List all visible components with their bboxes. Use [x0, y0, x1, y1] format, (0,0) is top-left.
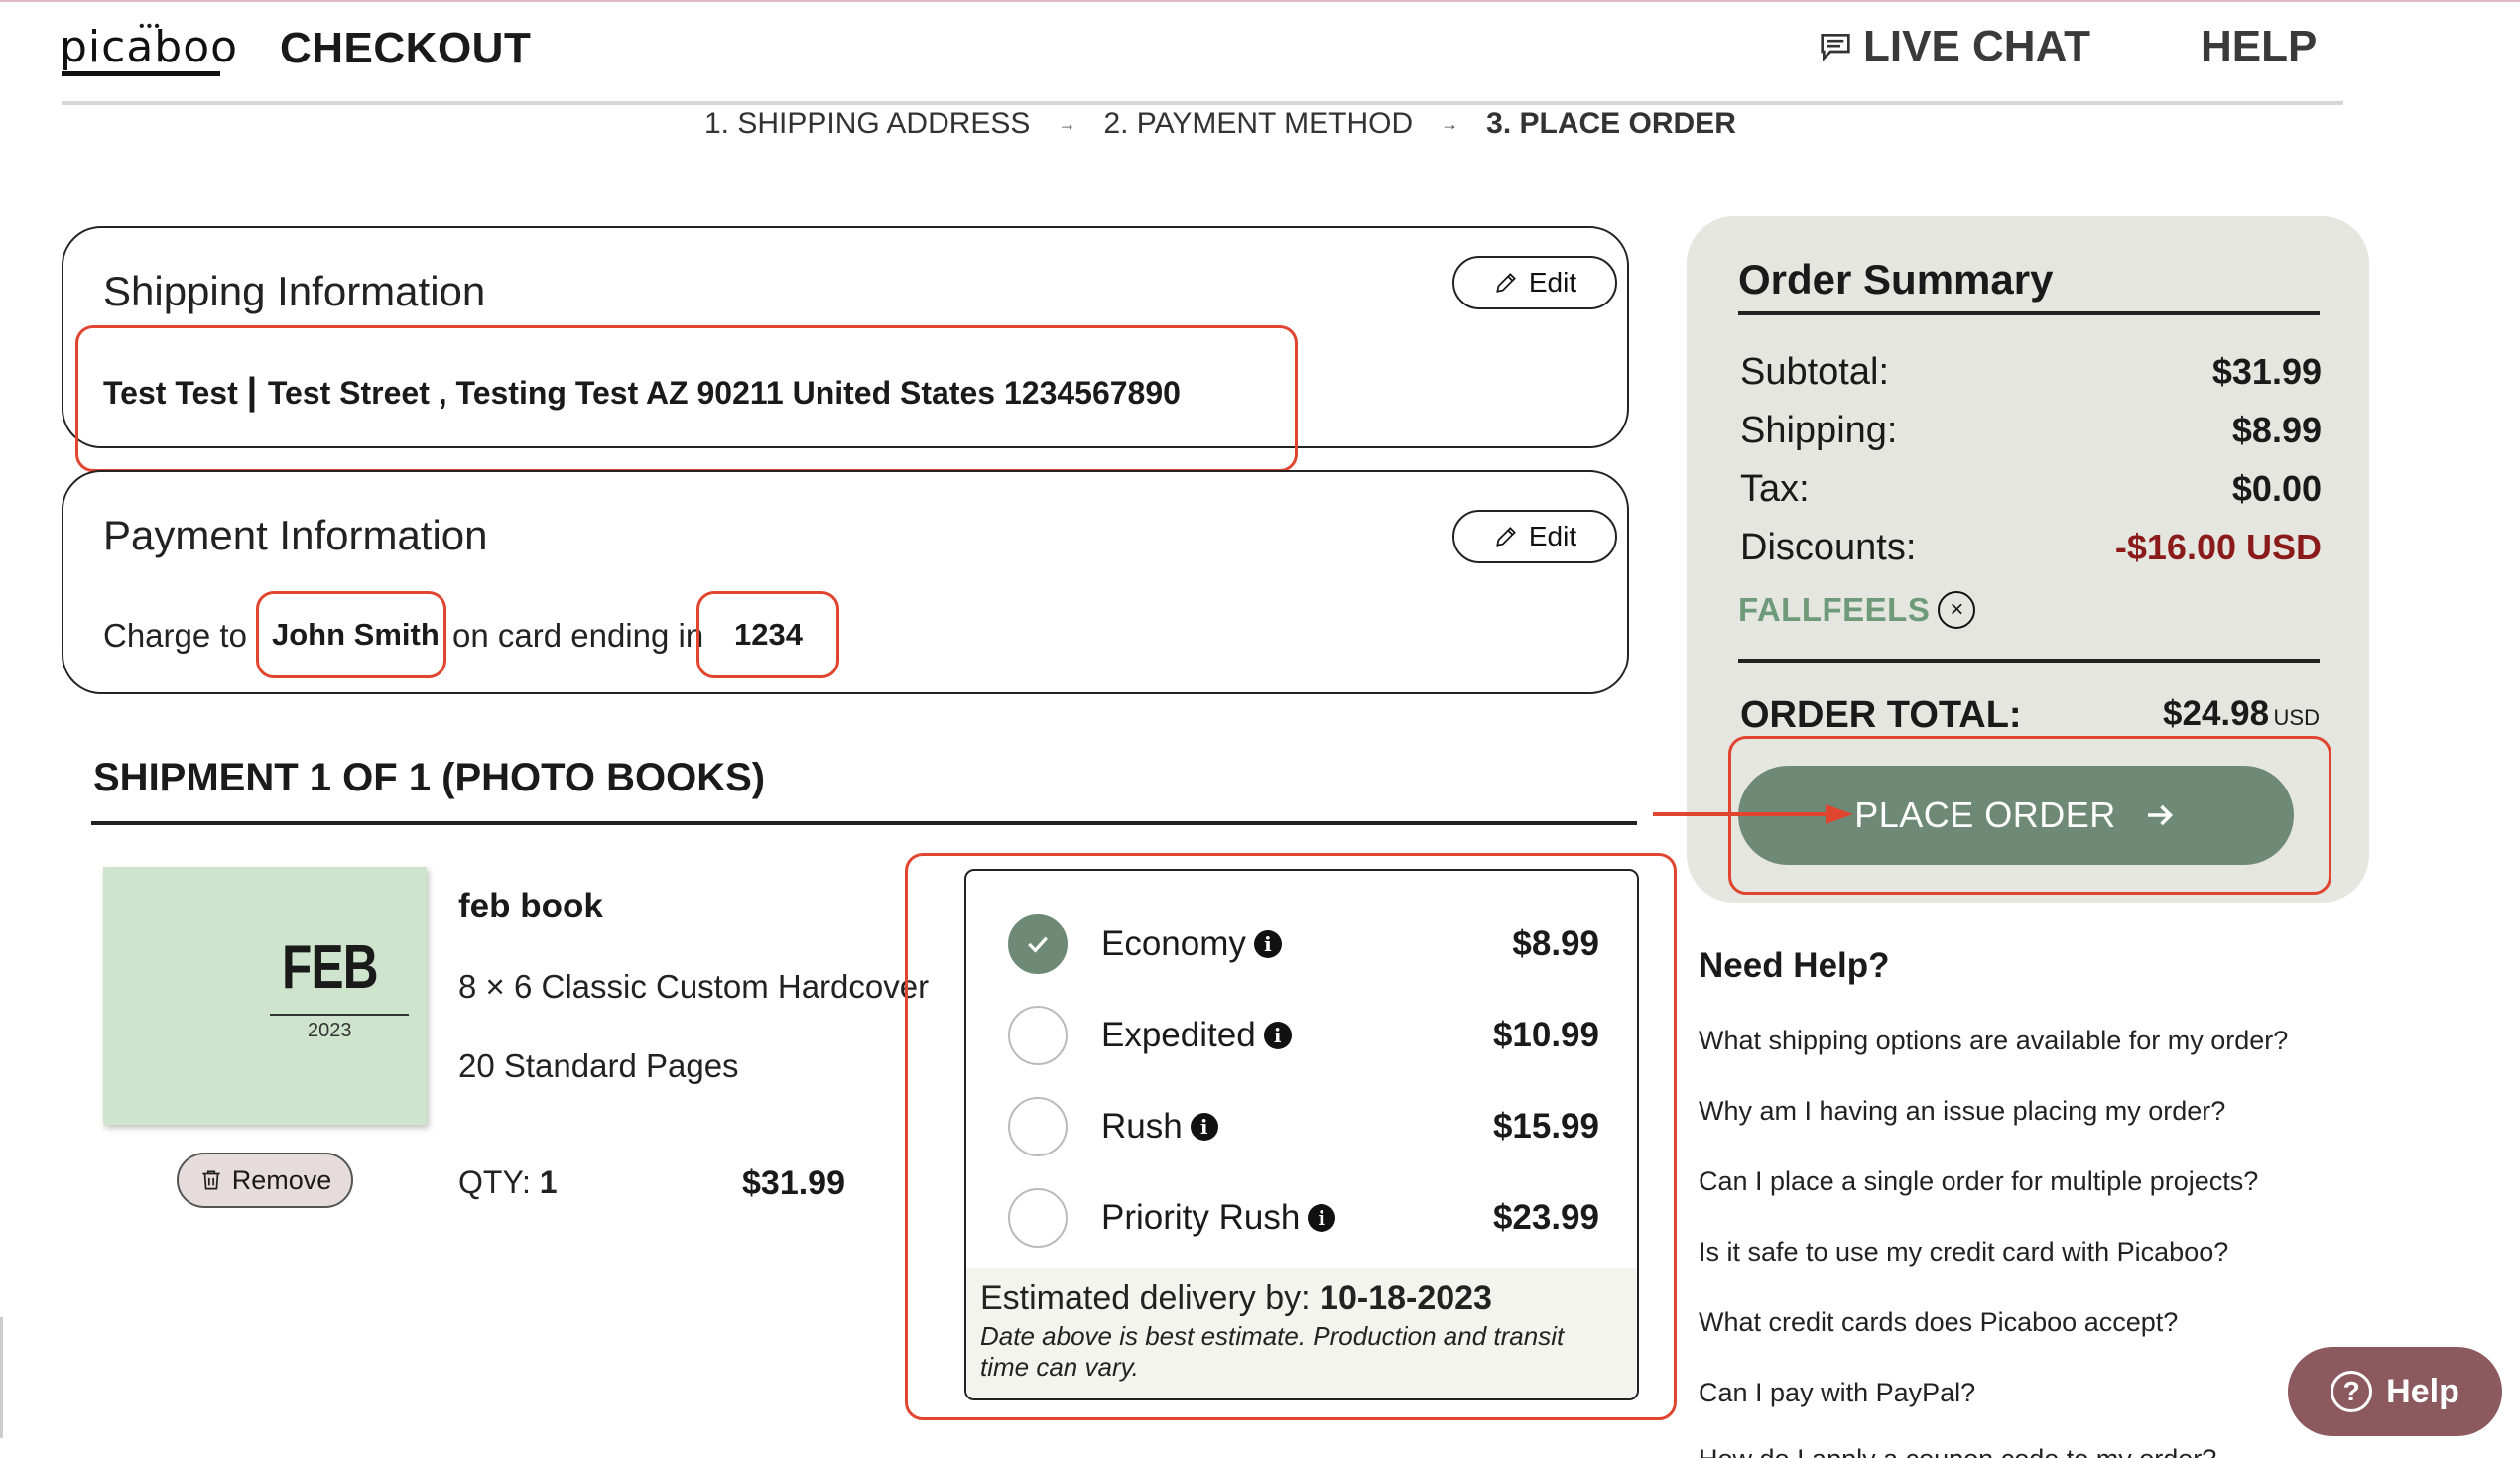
- remove-button[interactable]: Remove: [177, 1153, 353, 1208]
- header-divider: [62, 101, 2343, 105]
- step-place-order: 3. PLACE ORDER: [1486, 107, 1736, 140]
- faq-link[interactable]: Can I place a single order for multiple …: [1699, 1166, 2258, 1197]
- step-shipping-address[interactable]: 1. SHIPPING ADDRESS: [704, 107, 1030, 141]
- step-arrow-icon: →: [1441, 113, 1459, 134]
- shipment-divider: [91, 821, 1637, 825]
- order-total-currency: USD: [2273, 705, 2320, 730]
- pencil-icon: [1496, 527, 1516, 547]
- product-pages: 20 Standard Pages: [458, 1047, 739, 1084]
- product-name: feb book: [458, 887, 603, 925]
- charge-to-text: Charge to: [103, 617, 247, 654]
- discounts-value: -$16.00 USD: [2114, 527, 2322, 567]
- tax-value: $0.00: [2231, 468, 2322, 509]
- product-thumbnail[interactable]: FEB 2023: [103, 867, 427, 1125]
- left-edge-tab: [0, 1317, 3, 1438]
- help-link[interactable]: HELP: [2201, 22, 2317, 71]
- subtotal-label: Subtotal:: [1740, 351, 1889, 393]
- payment-edit-button[interactable]: Edit: [1452, 510, 1617, 563]
- help-circle-icon: ?: [2331, 1371, 2373, 1412]
- order-total: $24.98 USD: [2153, 694, 2320, 734]
- tax-label: Tax:: [1740, 468, 1810, 510]
- annotation-highlight-address: [75, 325, 1298, 472]
- faq-link[interactable]: What credit cards does Picaboo accept?: [1699, 1307, 2178, 1338]
- edit-label: Edit: [1528, 521, 1577, 551]
- cover-month: FEB: [282, 933, 379, 1002]
- edit-label: Edit: [1528, 267, 1577, 298]
- top-accent-line: [0, 0, 2520, 2]
- page-title: CHECKOUT: [280, 24, 532, 72]
- shipping-edit-button[interactable]: Edit: [1452, 256, 1617, 309]
- chat-icon: [1821, 34, 1850, 61]
- qty-label: QTY:: [458, 1164, 531, 1200]
- shipping-value: $8.99: [2231, 410, 2322, 450]
- shipping-info-title: Shipping Information: [103, 268, 486, 314]
- help-widget-button[interactable]: ? Help: [2288, 1347, 2502, 1436]
- step-payment-method[interactable]: 2. PAYMENT METHOD: [1103, 107, 1413, 141]
- trash-icon: [202, 1170, 220, 1190]
- summary-title: Order Summary: [1738, 256, 2054, 303]
- faq-link[interactable]: What shipping options are available for …: [1699, 1026, 2288, 1056]
- cover-rule: [270, 1014, 409, 1016]
- need-help-title: Need Help?: [1699, 946, 1890, 985]
- shipping-label: Shipping:: [1740, 410, 1898, 451]
- summary-subtotal-row: Subtotal: $31.99: [1740, 351, 2322, 394]
- annotation-highlight-shipping-options: [905, 853, 1677, 1420]
- annotation-highlight-card-last4: [696, 591, 839, 678]
- discounts-label: Discounts:: [1740, 527, 1917, 568]
- live-chat-label: LIVE CHAT: [1863, 22, 2090, 70]
- faq-link[interactable]: Why am I having an issue placing my orde…: [1699, 1096, 2225, 1127]
- pencil-icon: [1496, 273, 1516, 293]
- subtotal-value: $31.99: [2211, 351, 2322, 392]
- step-arrow-icon: →: [1058, 113, 1076, 134]
- remove-label: Remove: [231, 1164, 332, 1195]
- annotation-arrow: [1653, 804, 1853, 824]
- checkout-steps: 1. SHIPPING ADDRESS → 2. PAYMENT METHOD …: [704, 107, 1736, 141]
- summary-shipping-row: Shipping: $8.99: [1740, 410, 2322, 452]
- cover-year: 2023: [308, 1020, 352, 1041]
- summary-tax-row: Tax: $0.00: [1740, 468, 2322, 511]
- order-total-label: ORDER TOTAL:: [1740, 694, 2022, 736]
- shipment-title: SHIPMENT 1 OF 1 (PHOTO BOOKS): [93, 756, 766, 799]
- order-total-value: $24.98: [2163, 694, 2270, 733]
- summary-title-rule: [1738, 311, 2320, 315]
- coupon-code: FALLFEELS ×: [1738, 591, 1976, 629]
- card-ending-text: on card ending in: [452, 617, 704, 654]
- picaboo-logo[interactable]: ••• picaboo: [60, 18, 237, 77]
- coupon-label: FALLFEELS: [1738, 591, 1931, 628]
- faq-link[interactable]: How do I apply a coupon code to my order…: [1699, 1444, 2216, 1458]
- logo-text: picaboo: [60, 22, 239, 72]
- faq-link[interactable]: Can I pay with PayPal?: [1699, 1378, 1975, 1408]
- remove-coupon-icon[interactable]: ×: [1938, 591, 1976, 629]
- live-chat-link[interactable]: LIVE CHAT: [1816, 22, 2090, 71]
- annotation-highlight-cardholder: [256, 591, 446, 678]
- summary-discounts-row: Discounts: -$16.00 USD: [1740, 527, 2322, 569]
- help-widget-label: Help: [2386, 1372, 2459, 1410]
- product-qty: QTY: 1: [458, 1164, 558, 1201]
- qty-value: 1: [539, 1164, 558, 1200]
- logo-underline: [62, 71, 220, 76]
- payment-info-title: Payment Information: [103, 512, 488, 558]
- product-spec: 8 × 6 Classic Custom Hardcover: [458, 968, 930, 1005]
- faq-link[interactable]: Is it safe to use my credit card with Pi…: [1699, 1237, 2228, 1268]
- summary-total-rule: [1738, 659, 2320, 663]
- product-price: $31.99: [742, 1164, 845, 1202]
